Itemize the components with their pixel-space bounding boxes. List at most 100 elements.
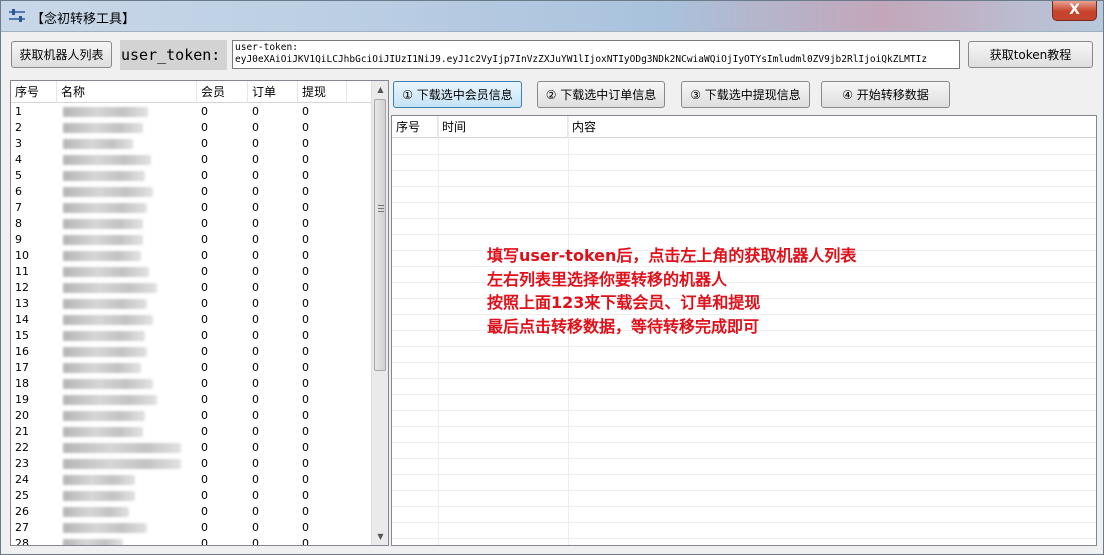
table-row[interactable]: 12 0 0 0 <box>11 280 373 296</box>
close-button[interactable]: X <box>1052 1 1097 21</box>
log-header-content[interactable]: 内容 <box>568 116 1096 138</box>
start-transfer-button[interactable]: ④ 开始转移数据 <box>821 81 950 108</box>
header-name[interactable]: 名称 <box>57 81 197 103</box>
scroll-up-arrow-icon[interactable]: ▲ <box>372 81 388 98</box>
row-member-count: 0 <box>201 233 208 246</box>
table-row[interactable]: 19 0 0 0 <box>11 392 373 408</box>
redacted-name-blur <box>63 107 148 117</box>
header-order[interactable]: 订单 <box>248 81 298 103</box>
row-number: 11 <box>15 265 29 278</box>
redacted-name-blur <box>63 347 147 357</box>
table-row[interactable]: 5 0 0 0 <box>11 168 373 184</box>
row-member-count: 0 <box>201 441 208 454</box>
row-order-count: 0 <box>252 409 259 422</box>
token-label: user_token: <box>120 40 227 70</box>
row-number: 25 <box>15 489 29 502</box>
redacted-name-blur <box>63 395 157 405</box>
table-row[interactable]: 11 0 0 0 <box>11 264 373 280</box>
row-divider <box>392 506 1096 507</box>
token-input[interactable]: user-token: eyJ0eXAiOiJKV1QiLCJhbGciOiJI… <box>232 40 960 69</box>
row-name-redacted <box>57 360 197 376</box>
title-bar[interactable]: 【念初转移工具】 X <box>1 1 1103 32</box>
table-row[interactable]: 10 0 0 0 <box>11 248 373 264</box>
scroll-thumb[interactable] <box>374 99 386 371</box>
log-header-time[interactable]: 时间 <box>438 116 568 138</box>
row-order-count: 0 <box>252 393 259 406</box>
log-header-no[interactable]: 序号 <box>392 116 438 138</box>
table-row[interactable]: 21 0 0 0 <box>11 424 373 440</box>
row-number: 22 <box>15 441 29 454</box>
download-orders-button[interactable]: ② 下载选中订单信息 <box>537 81 665 108</box>
scroll-down-arrow-icon[interactable]: ▼ <box>372 528 388 545</box>
token-tutorial-button[interactable]: 获取token教程 <box>968 41 1093 68</box>
redacted-name-blur <box>63 363 141 373</box>
redacted-name-blur <box>63 171 145 181</box>
row-member-count: 0 <box>201 457 208 470</box>
table-row[interactable]: 28 0 0 0 <box>11 536 373 546</box>
table-row[interactable]: 15 0 0 0 <box>11 328 373 344</box>
row-order-count: 0 <box>252 457 259 470</box>
redacted-name-blur <box>63 507 129 517</box>
row-number: 26 <box>15 505 29 518</box>
row-member-count: 0 <box>201 153 208 166</box>
table-row[interactable]: 13 0 0 0 <box>11 296 373 312</box>
row-order-count: 0 <box>252 169 259 182</box>
row-divider <box>392 378 1096 379</box>
table-row[interactable]: 22 0 0 0 <box>11 440 373 456</box>
download-members-button[interactable]: ① 下载选中会员信息 <box>393 81 522 108</box>
download-withdrawals-button[interactable]: ③ 下载选中提现信息 <box>681 81 810 108</box>
table-row[interactable]: 7 0 0 0 <box>11 200 373 216</box>
redacted-name-blur <box>63 187 153 197</box>
table-row[interactable]: 9 0 0 0 <box>11 232 373 248</box>
get-robot-list-button[interactable]: 获取机器人列表 <box>11 41 112 68</box>
row-number: 24 <box>15 473 29 486</box>
table-row[interactable]: 8 0 0 0 <box>11 216 373 232</box>
row-name-redacted <box>57 248 197 264</box>
row-number: 1 <box>15 105 22 118</box>
row-name-redacted <box>57 152 197 168</box>
row-divider <box>392 170 1096 171</box>
table-row[interactable]: 6 0 0 0 <box>11 184 373 200</box>
row-order-count: 0 <box>252 537 259 546</box>
row-member-count: 0 <box>201 169 208 182</box>
row-name-redacted <box>57 104 197 120</box>
header-member[interactable]: 会员 <box>197 81 248 103</box>
table-row[interactable]: 26 0 0 0 <box>11 504 373 520</box>
row-member-count: 0 <box>201 489 208 502</box>
app-window: 【念初转移工具】 X 获取机器人列表 user_token: user-toke… <box>0 0 1104 555</box>
row-withdraw-count: 0 <box>302 441 309 454</box>
header-no[interactable]: 序号 <box>11 81 57 103</box>
row-order-count: 0 <box>252 521 259 534</box>
row-withdraw-count: 0 <box>302 425 309 438</box>
table-row[interactable]: 1 0 0 0 <box>11 104 373 120</box>
row-number: 13 <box>15 297 29 310</box>
table-row[interactable]: 3 0 0 0 <box>11 136 373 152</box>
table-row[interactable]: 24 0 0 0 <box>11 472 373 488</box>
redacted-name-blur <box>63 315 153 325</box>
scroll-grip-icon <box>378 208 384 209</box>
robot-list-grid[interactable]: 序号 名称 会员 订单 提现 1000200030004000500060007… <box>10 80 389 546</box>
row-number: 12 <box>15 281 29 294</box>
robot-grid-scrollbar[interactable]: ▲ ▼ <box>371 81 388 545</box>
table-row[interactable]: 17 0 0 0 <box>11 360 373 376</box>
table-row[interactable]: 18 0 0 0 <box>11 376 373 392</box>
table-row[interactable]: 23 0 0 0 <box>11 456 373 472</box>
table-row[interactable]: 14 0 0 0 <box>11 312 373 328</box>
table-row[interactable]: 2000 <box>11 120 373 136</box>
row-divider <box>392 426 1096 427</box>
row-member-count: 0 <box>201 345 208 358</box>
header-withdraw[interactable]: 提现 <box>298 81 347 103</box>
row-withdraw-count: 0 <box>302 249 309 262</box>
row-order-count: 0 <box>252 201 259 214</box>
table-row[interactable]: 20 0 0 0 <box>11 408 373 424</box>
row-name-redacted <box>57 216 197 232</box>
row-order-count: 0 <box>252 489 259 502</box>
row-member-count: 0 <box>201 137 208 150</box>
table-row[interactable]: 16 0 0 0 <box>11 344 373 360</box>
table-row[interactable]: 25 0 0 0 <box>11 488 373 504</box>
window-title: 【念初转移工具】 <box>31 12 136 27</box>
table-row[interactable]: 4 0 0 0 <box>11 152 373 168</box>
row-member-count: 0 <box>201 121 208 134</box>
row-order-count: 0 <box>252 249 259 262</box>
table-row[interactable]: 27 0 0 0 <box>11 520 373 536</box>
